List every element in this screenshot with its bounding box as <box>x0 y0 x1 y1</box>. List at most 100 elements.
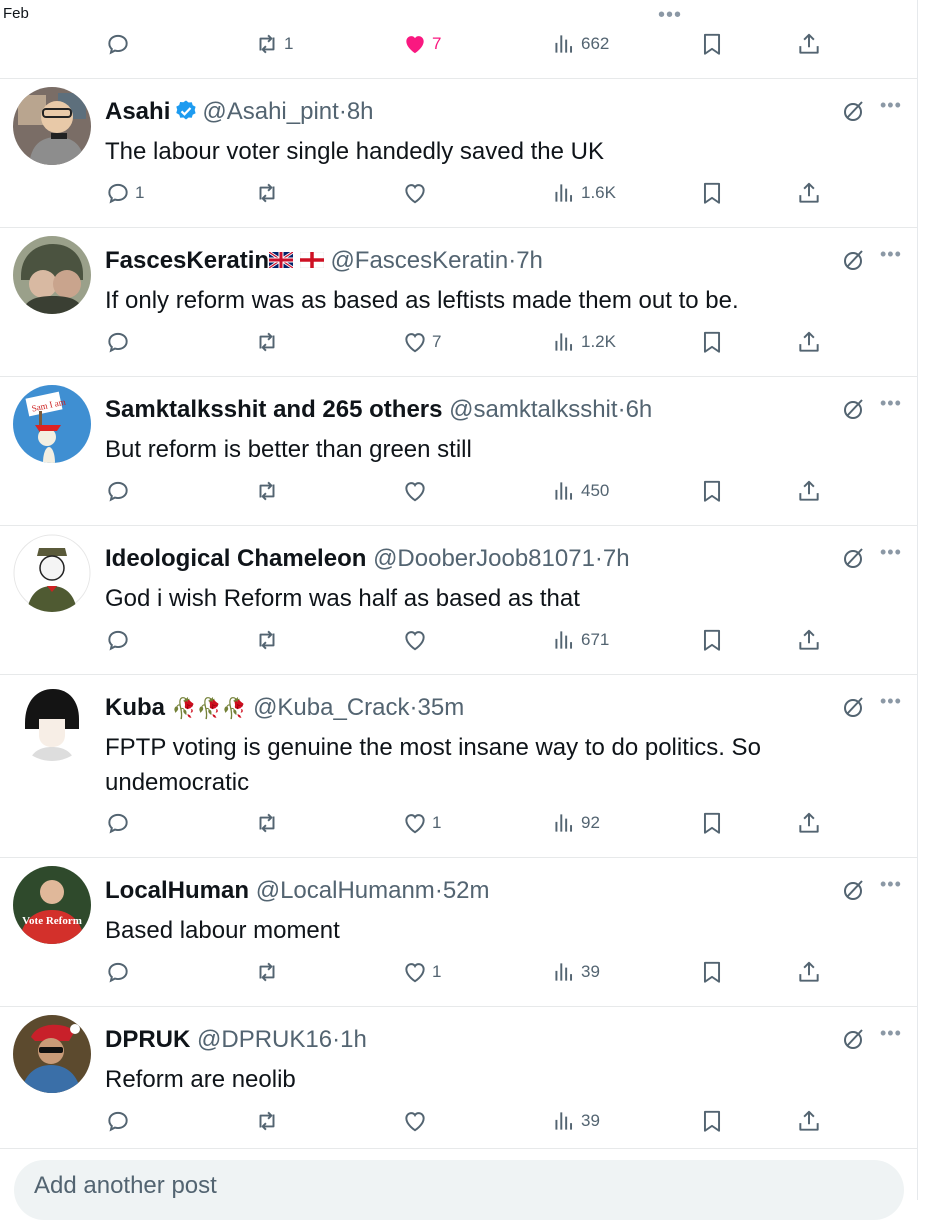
handle[interactable]: @FascesKeratin <box>330 247 508 274</box>
separator: · <box>508 247 517 274</box>
bookmark-icon <box>703 480 721 502</box>
timestamp[interactable]: 35m <box>418 694 465 721</box>
retweet-button[interactable]: 1 <box>254 28 293 60</box>
more-options-icon[interactable]: ••• <box>658 4 682 27</box>
share-button[interactable] <box>796 1105 822 1137</box>
handle[interactable]: @DooberJoob81071 <box>373 545 595 572</box>
more-options-icon[interactable]: ••• <box>880 874 902 895</box>
timestamp[interactable]: 52m <box>443 877 490 904</box>
views-button[interactable]: 1.2K <box>551 326 616 358</box>
grok-icon[interactable] <box>842 546 866 570</box>
grok-icon[interactable] <box>842 397 866 421</box>
timestamp[interactable]: 7h <box>516 247 543 274</box>
more-options-icon[interactable]: ••• <box>880 95 902 116</box>
reply-button[interactable] <box>105 475 131 507</box>
more-options-icon[interactable]: ••• <box>880 691 902 712</box>
reply-button[interactable] <box>105 956 131 988</box>
grok-icon[interactable] <box>842 248 866 272</box>
avatar[interactable]: Sam I am <box>13 385 91 463</box>
retweet-button[interactable] <box>254 326 280 358</box>
more-options-icon[interactable]: ••• <box>880 1023 902 1044</box>
bookmark-icon <box>703 182 721 204</box>
grok-icon[interactable] <box>842 1027 866 1051</box>
reply-composer[interactable] <box>14 1160 904 1220</box>
timestamp[interactable]: 8h <box>347 98 374 125</box>
reply-button[interactable] <box>105 326 131 358</box>
avatar-sweater-text: Vote Reform <box>22 915 82 927</box>
grok-icon[interactable] <box>842 695 866 719</box>
views-button[interactable]: 1.6K <box>551 177 616 209</box>
avatar[interactable] <box>13 236 91 314</box>
bookmark-button[interactable] <box>699 807 725 839</box>
views-button[interactable]: 39 <box>551 956 600 988</box>
bookmark-button[interactable] <box>699 28 725 60</box>
display-name[interactable]: FascesKeratin <box>105 247 269 274</box>
avatar[interactable] <box>13 534 91 612</box>
share-button[interactable] <box>796 807 822 839</box>
grok-icon[interactable] <box>842 878 866 902</box>
like-button[interactable]: 7 <box>402 326 441 358</box>
bookmark-button[interactable] <box>699 1105 725 1137</box>
bookmark-icon <box>703 812 721 834</box>
share-button[interactable] <box>796 326 822 358</box>
more-options-icon[interactable]: ••• <box>880 542 902 563</box>
views-button[interactable]: 92 <box>551 807 600 839</box>
like-button[interactable] <box>402 177 428 209</box>
avatar[interactable] <box>13 683 91 761</box>
like-button[interactable]: 1 <box>402 956 441 988</box>
handle[interactable]: @Asahi_pint <box>202 98 338 125</box>
like-button[interactable]: 7 <box>402 28 441 60</box>
retweet-button[interactable] <box>254 624 280 656</box>
display-name[interactable]: LocalHuman <box>105 877 249 904</box>
reply-button[interactable]: 1 <box>105 177 144 209</box>
views-button[interactable]: 671 <box>551 624 609 656</box>
display-name[interactable]: Kuba <box>105 694 165 721</box>
retweet-button[interactable] <box>254 807 280 839</box>
share-button[interactable] <box>796 475 822 507</box>
more-options-icon[interactable]: ••• <box>880 393 902 414</box>
retweet-button[interactable] <box>254 956 280 988</box>
handle[interactable]: @DPRUK16 <box>197 1026 332 1053</box>
retweet-button[interactable] <box>254 475 280 507</box>
timestamp[interactable]: 6h <box>626 396 653 423</box>
like-button[interactable]: 1 <box>402 807 441 839</box>
views-button[interactable]: 662 <box>551 28 609 60</box>
timestamp[interactable]: 7h <box>603 545 630 572</box>
reply-button[interactable] <box>105 1105 131 1137</box>
display-name[interactable]: DPRUK <box>105 1026 190 1053</box>
bookmark-button[interactable] <box>699 624 725 656</box>
timeline-border <box>917 0 918 1200</box>
avatar[interactable] <box>13 1015 91 1093</box>
share-button[interactable] <box>796 624 822 656</box>
retweet-button[interactable] <box>254 177 280 209</box>
display-name[interactable]: Ideological Chameleon <box>105 545 366 572</box>
bookmark-button[interactable] <box>699 326 725 358</box>
like-button[interactable] <box>402 1105 428 1137</box>
share-button[interactable] <box>796 177 822 209</box>
share-button[interactable] <box>796 956 822 988</box>
reply-button[interactable] <box>105 807 131 839</box>
handle[interactable]: @Kuba_Crack <box>253 694 409 721</box>
grok-icon[interactable] <box>842 99 866 123</box>
like-button[interactable] <box>402 624 428 656</box>
bookmark-button[interactable] <box>699 177 725 209</box>
views-button[interactable]: 450 <box>551 475 609 507</box>
display-name[interactable]: Asahi <box>105 98 170 125</box>
timestamp[interactable]: 1h <box>340 1026 367 1053</box>
avatar[interactable] <box>13 87 91 165</box>
display-name[interactable]: Samktalksshit and 265 others <box>105 396 442 423</box>
avatar[interactable]: Vote Reform <box>13 866 91 944</box>
views-button[interactable]: 39 <box>551 1105 600 1137</box>
reply-button[interactable] <box>105 28 131 60</box>
reply-button[interactable] <box>105 624 131 656</box>
like-button[interactable] <box>402 475 428 507</box>
handle[interactable]: @LocalHumanm <box>256 877 435 904</box>
retweet-button[interactable] <box>254 1105 280 1137</box>
more-options-icon[interactable]: ••• <box>880 244 902 265</box>
bookmark-button[interactable] <box>699 956 725 988</box>
bookmark-button[interactable] <box>699 475 725 507</box>
handle[interactable]: @samktalksshit <box>449 396 617 423</box>
separator: · <box>338 98 347 125</box>
add-post-input[interactable] <box>32 1171 536 1201</box>
share-button[interactable] <box>796 28 822 60</box>
